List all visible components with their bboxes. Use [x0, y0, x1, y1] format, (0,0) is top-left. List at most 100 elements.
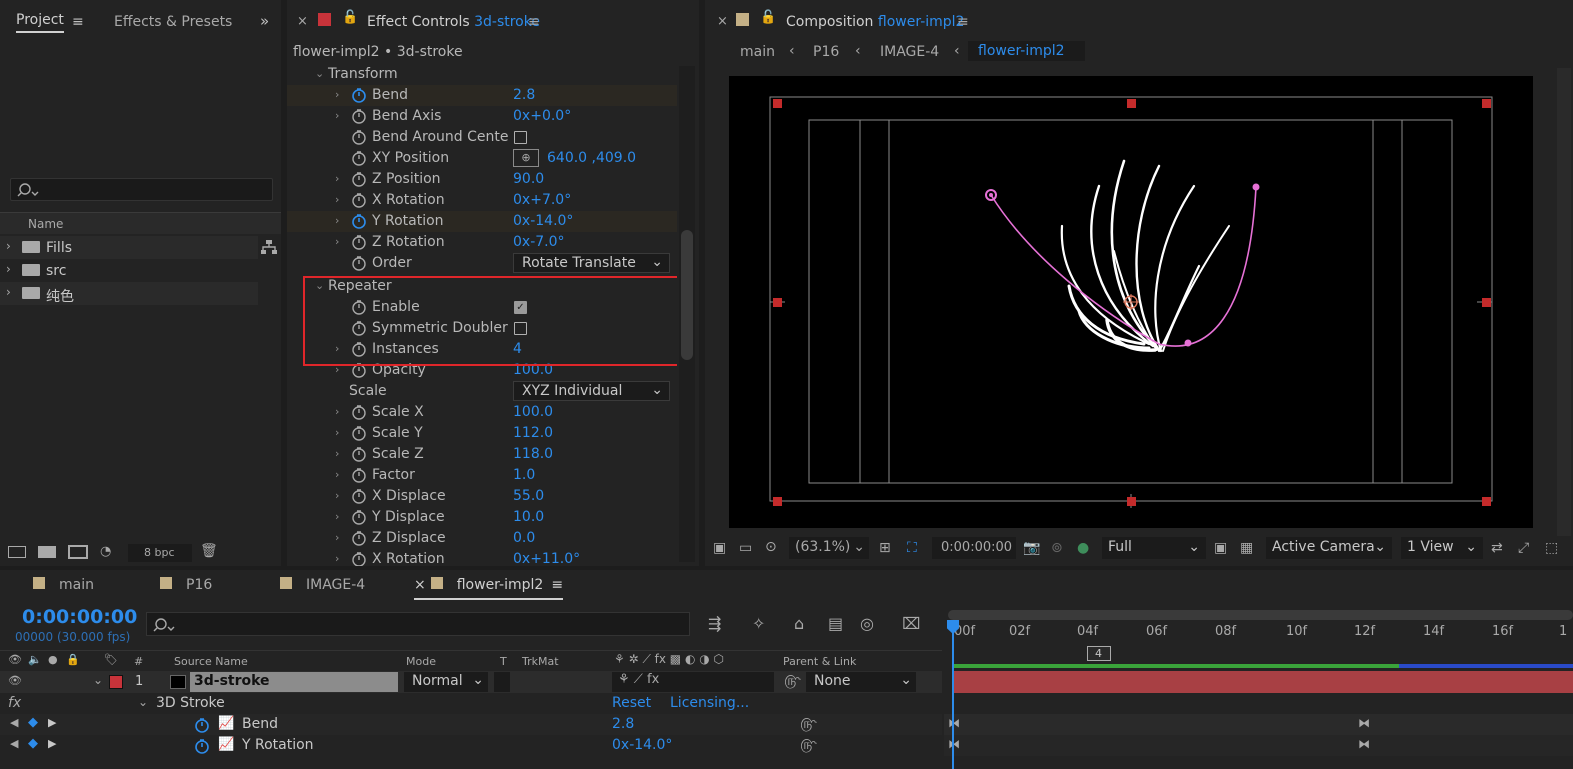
- prop-value[interactable]: 1.0: [513, 467, 535, 483]
- more-panels-icon[interactable]: »: [260, 12, 269, 30]
- pickwhip-icon[interactable]: ௹: [800, 737, 817, 755]
- comp-marker[interactable]: 4: [1087, 646, 1111, 661]
- prop-value[interactable]: 90.0: [513, 171, 544, 187]
- breadcrumb-item-active[interactable]: flower-impl2: [968, 41, 1085, 61]
- prop-value[interactable]: 0.0: [513, 530, 535, 546]
- region-of-interest-icon[interactable]: ▣: [1214, 540, 1227, 556]
- prev-keyframe-icon[interactable]: ◀: [10, 716, 18, 729]
- column-name[interactable]: Name: [28, 217, 63, 231]
- interpret-footage-icon[interactable]: [8, 546, 26, 558]
- safe-zones-icon[interactable]: ⊞: [879, 540, 891, 556]
- breadcrumb-item[interactable]: P16: [813, 44, 839, 60]
- prop-row-scale-y[interactable]: › Scale Y 112.0: [287, 423, 677, 444]
- chevron-right-icon[interactable]: ›: [335, 426, 339, 439]
- fx-icon[interactable]: fx: [8, 695, 21, 711]
- comp-canvas[interactable]: [729, 76, 1533, 528]
- zoom-select[interactable]: (63.1%) ⌄: [789, 537, 869, 559]
- lock-icon[interactable]: 🔒: [66, 653, 80, 666]
- layer-row[interactable]: 👁 ⌄ 1 3d-stroke Normal ⌄ ⚘ ⟋ fx ௹ None ⌄: [0, 671, 942, 693]
- prop-row-x-rotation[interactable]: › X Rotation 0x+7.0°: [287, 190, 677, 211]
- prop-value[interactable]: 0x+0.0°: [513, 108, 571, 124]
- timeline-timecode[interactable]: 0:00:00:00: [22, 606, 137, 628]
- label-color[interactable]: [109, 675, 123, 689]
- column-t[interactable]: T: [500, 655, 507, 668]
- list-item[interactable]: › 纯色: [0, 282, 258, 305]
- keyframe-icon[interactable]: ◆: [28, 715, 38, 730]
- prop-value[interactable]: 640.0 ,409.0: [547, 150, 636, 166]
- stopwatch-icon[interactable]: [351, 213, 367, 229]
- prop-row-scale-z[interactable]: › Scale Z 118.0: [287, 444, 677, 465]
- tab-effects-presets[interactable]: Effects & Presets: [114, 14, 232, 30]
- work-area-bar[interactable]: [948, 610, 1573, 620]
- tab-composition[interactable]: Composition flower-impl2: [786, 14, 964, 30]
- audio-icon[interactable]: 🔈: [28, 653, 42, 666]
- list-item[interactable]: › src: [0, 259, 258, 282]
- parent-select[interactable]: None ⌄: [806, 672, 916, 692]
- stopwatch-icon[interactable]: [351, 171, 367, 187]
- chevron-right-icon[interactable]: ›: [335, 531, 339, 544]
- label-icon[interactable]: 🏷: [104, 653, 118, 666]
- chevron-right-icon[interactable]: ›: [6, 239, 11, 253]
- breadcrumb-item[interactable]: IMAGE-4: [880, 44, 939, 60]
- tab-image-4[interactable]: IMAGE-4: [280, 577, 365, 593]
- stopwatch-icon[interactable]: [351, 530, 367, 546]
- chevron-right-icon[interactable]: ›: [335, 88, 339, 101]
- keyframe-marker[interactable]: ⧓: [1358, 737, 1370, 751]
- chevron-right-icon[interactable]: ›: [335, 172, 339, 185]
- panel-menu-icon[interactable]: ≡: [72, 14, 84, 30]
- lock-icon[interactable]: 🔓: [342, 10, 358, 25]
- stopwatch-icon[interactable]: [351, 467, 367, 483]
- chevron-down-icon[interactable]: ⌄: [138, 695, 148, 709]
- stopwatch-icon[interactable]: [351, 404, 367, 420]
- breadcrumb-item[interactable]: main: [740, 44, 775, 60]
- prop-row-x-displace[interactable]: › X Displace 55.0: [287, 486, 677, 507]
- eye-icon[interactable]: 👁: [8, 653, 22, 666]
- prop-value[interactable]: 112.0: [513, 425, 553, 441]
- tab-p16[interactable]: P16: [160, 577, 212, 593]
- layer-name[interactable]: 3d-stroke: [190, 672, 398, 692]
- panel-menu-icon[interactable]: ≡: [528, 14, 540, 30]
- reset-exposure-icon[interactable]: ⤢: [1518, 540, 1529, 556]
- chevron-down-icon[interactable]: ⌄: [315, 67, 324, 80]
- show-snapshot-icon[interactable]: ⊚: [1051, 540, 1063, 556]
- close-icon[interactable]: ×: [717, 14, 728, 29]
- prop-value[interactable]: 0x+11.0°: [513, 551, 580, 566]
- solo-icon[interactable]: ●: [48, 653, 58, 666]
- prop-value[interactable]: 100.0: [513, 404, 553, 420]
- next-keyframe-icon[interactable]: ▶: [48, 737, 56, 750]
- chevron-right-icon[interactable]: ›: [335, 193, 339, 206]
- stopwatch-icon[interactable]: [351, 255, 367, 271]
- chevron-right-icon[interactable]: ›: [335, 447, 339, 460]
- prop-row-bend[interactable]: › Bend 2.8: [287, 85, 677, 106]
- stopwatch-icon[interactable]: [351, 551, 367, 566]
- render-settings-icon[interactable]: ◔: [100, 544, 111, 559]
- column-trkmat[interactable]: TrkMat: [522, 655, 559, 668]
- chevron-right-icon[interactable]: ›: [335, 510, 339, 523]
- column-mode[interactable]: Mode: [406, 655, 436, 668]
- prop-row-scale[interactable]: Scale XYZ Individual ⌄: [287, 381, 677, 402]
- column-hash[interactable]: #: [134, 655, 143, 668]
- stopwatch-icon[interactable]: [194, 738, 210, 754]
- search-input[interactable]: [10, 178, 273, 201]
- layer-bar[interactable]: [952, 671, 1573, 693]
- stopwatch-icon[interactable]: [351, 425, 367, 441]
- shy-layers-icon[interactable]: ⌂: [794, 614, 804, 633]
- camera-icon[interactable]: 📷: [1023, 540, 1040, 556]
- stopwatch-icon[interactable]: [351, 234, 367, 250]
- prop-value[interactable]: 55.0: [513, 488, 544, 504]
- prop-row-bend-axis[interactable]: › Bend Axis 0x+0.0°: [287, 106, 677, 127]
- chevron-right-icon[interactable]: ›: [335, 489, 339, 502]
- keyframe-icon[interactable]: ◆: [28, 736, 38, 751]
- timeline-prop-row[interactable]: ◀ ◆ ▶ 📈 Bend 2.8 ௹: [0, 714, 942, 735]
- pickwhip-icon[interactable]: ௹: [784, 673, 801, 691]
- eye-icon[interactable]: 👁: [8, 674, 22, 687]
- layer-handle[interactable]: [1127, 497, 1136, 506]
- prop-value[interactable]: 0x+7.0°: [513, 192, 571, 208]
- ruler[interactable]: 00f 02f 04f 06f 08f 10f 12f 14f 16f 1: [944, 622, 1573, 644]
- graph-icon[interactable]: 📈: [218, 716, 234, 731]
- prop-row-factor[interactable]: › Factor 1.0: [287, 465, 677, 486]
- stopwatch-icon[interactable]: [351, 150, 367, 166]
- chevron-right-icon[interactable]: ›: [335, 235, 339, 248]
- panel-menu-icon[interactable]: ≡: [957, 14, 969, 30]
- timeline-prop-row[interactable]: ◀ ◆ ▶ 📈 Y Rotation 0x-14.0° ௹: [0, 735, 942, 756]
